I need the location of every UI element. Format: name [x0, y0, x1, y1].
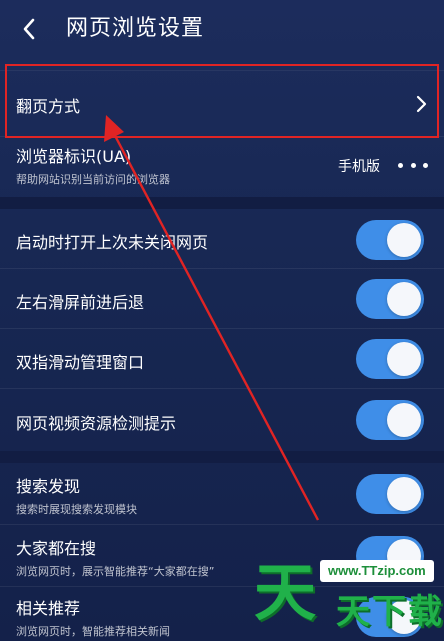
ua-value: 手机版: [338, 159, 380, 175]
setting-two-finger-swipe: 双指滑动管理窗口: [0, 329, 444, 389]
setting-description: 浏览网页时，展示智能推荐“大家都在搜”: [16, 565, 215, 578]
setting-description: 搜索时展现搜索发现模块: [16, 503, 137, 516]
watermark-text: 天下载: [336, 592, 444, 632]
toggle-knob: [387, 342, 421, 376]
toggle-switch[interactable]: [356, 474, 424, 514]
setting-label: 翻页方式: [16, 97, 81, 116]
setting-label: 双指滑动管理窗口: [16, 353, 145, 372]
setting-label: 左右滑屏前进后退: [16, 293, 145, 312]
toggle-knob: [387, 223, 421, 257]
chevron-left-icon: [23, 18, 35, 40]
setting-label: 浏览器标识(UA): [16, 147, 132, 166]
setting-description: 浏览网页时，智能推荐相关新闻: [16, 625, 170, 638]
toggle-switch[interactable]: [356, 400, 424, 440]
setting-label: 启动时打开上次未关闭网页: [16, 233, 209, 252]
watermark-logo: 天 www.TTzip.com 天下载: [254, 550, 444, 641]
watermark-big-char: 天: [254, 556, 317, 629]
setting-user-agent[interactable]: 浏览器标识(UA) 帮助网站识别当前访问的浏览器 手机版: [0, 137, 444, 197]
toggle-knob: [387, 282, 421, 316]
setting-restore-tabs: 启动时打开上次未关闭网页: [0, 209, 444, 269]
toggle-switch[interactable]: [356, 339, 424, 379]
setting-video-detect: 网页视频资源检测提示: [0, 389, 444, 451]
back-button[interactable]: [14, 14, 44, 44]
toggle-switch[interactable]: [356, 220, 424, 260]
setting-label: 相关推荐: [16, 599, 81, 618]
setting-swipe-navigation: 左右滑屏前进后退: [0, 269, 444, 329]
setting-description: 帮助网站识别当前访问的浏览器: [16, 173, 170, 186]
toggle-switch[interactable]: [356, 279, 424, 319]
toggle-knob: [387, 477, 421, 511]
section-gap: [0, 451, 444, 463]
setting-page-turn-mode[interactable]: 翻页方式: [0, 71, 444, 137]
header: 网页浏览设置: [0, 0, 444, 60]
section-gap: [0, 197, 444, 209]
screen: 网页浏览设置 翻页方式 浏览器标识(UA) 帮助网站识别当前访问的浏览器 手机版…: [0, 0, 444, 641]
setting-label: 搜索发现: [16, 477, 81, 496]
page-title: 网页浏览设置: [66, 16, 205, 41]
setting-label: 网页视频资源检测提示: [16, 414, 177, 433]
setting-label: 大家都在搜: [16, 539, 97, 558]
chevron-right-icon: [416, 95, 427, 113]
more-dots-icon[interactable]: [398, 160, 428, 170]
setting-search-discover: 搜索发现 搜索时展现搜索发现模块: [0, 463, 444, 525]
watermark-url: www.TTzip.com: [320, 560, 434, 582]
toggle-knob: [387, 403, 421, 437]
